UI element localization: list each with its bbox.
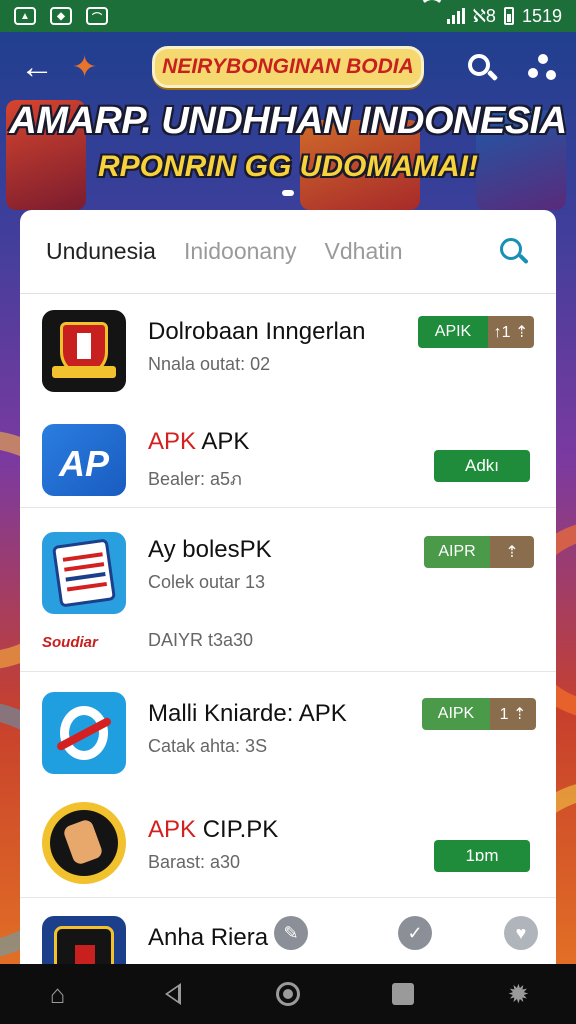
download-button[interactable]: AIPR ⇡: [424, 536, 534, 568]
app-detail: DAIYR t3a30: [148, 630, 254, 650]
tab-vdhatin[interactable]: Vdhatin: [325, 238, 403, 265]
list-item[interactable]: Dolrobaan Inngerlan Nnala outat: 02 APIK…: [20, 294, 556, 404]
photo-icon: ⌒: [86, 7, 108, 25]
settings-gear-icon[interactable]: ✹: [498, 974, 538, 1014]
tab-undunesia[interactable]: Undunesia: [46, 238, 156, 265]
app-title: APK APK: [148, 428, 250, 455]
edit-icon[interactable]: ✎: [274, 916, 308, 950]
ap-app-icon: AP: [42, 424, 126, 496]
tab-inidoonany[interactable]: Inidoonany: [184, 238, 297, 265]
image-icon: ▲: [14, 7, 36, 25]
app-subtitle: Nnala outat: 02: [148, 354, 271, 374]
search-icon[interactable]: [500, 238, 530, 268]
list-item[interactable]: AP APK APK Bealer: a5ภ Adkı: [20, 404, 556, 508]
tab-bar: Undunesia Inidoonany Vdhatin: [20, 210, 556, 294]
status-bar: ▲ ◆ ⌒ ℵ8 1519: [0, 0, 576, 32]
badge-app-icon: [42, 916, 126, 970]
check-icon[interactable]: ✓: [398, 916, 432, 950]
version-button-label: ⇡: [490, 536, 534, 568]
hand-app-icon: [42, 802, 126, 884]
download-button[interactable]: AIPK 1 ⇡: [422, 698, 536, 730]
list-item[interactable]: Soudiar Ay bolesPK Colek outar 13 DAIYR …: [20, 508, 556, 672]
download-button[interactable]: Adkı: [434, 450, 530, 482]
apk-button-label: APIK: [418, 316, 488, 348]
battery-icon: [503, 7, 514, 25]
list-item[interactable]: Malli Kniarde: APK Catak ahta: 3S AIPK 1…: [20, 672, 556, 788]
clock: 1519: [521, 5, 562, 26]
download-button[interactable]: 1ɒm: [434, 840, 530, 872]
heart-icon[interactable]: ♥: [504, 916, 538, 950]
home-shape-icon[interactable]: ⌂: [38, 974, 78, 1014]
apk-button-label: AIPR: [424, 536, 490, 568]
list-item[interactable]: APK CIP.PK Barast: a30 1ɒm: [20, 788, 556, 898]
page-indicator: [282, 190, 294, 196]
app-title: Dolrobaan Inngerlan: [148, 318, 366, 345]
app-title: Anha Riera: [148, 924, 269, 951]
recents-nav-icon[interactable]: [383, 974, 423, 1014]
app-title: Malli Kniarde: APK: [148, 700, 347, 727]
search-icon[interactable]: [466, 52, 499, 84]
version-button-label: ↑1 ⇡: [488, 316, 534, 348]
app-list-card: Undunesia Inidoonany Vdhatin Dolrobaan I…: [20, 210, 556, 970]
back-arrow-icon[interactable]: ←: [20, 50, 54, 84]
status-text: ℵ8: [472, 5, 496, 26]
app-subtitle: Barast: a30: [148, 852, 241, 872]
back-nav-icon[interactable]: [153, 974, 193, 1014]
wifi-icon: [419, 9, 439, 23]
brand-label: Soudiar: [42, 634, 98, 651]
app-subtitle: Catak ahta: 3S: [148, 736, 268, 756]
bird-logo-icon: ✦: [72, 51, 98, 84]
app-title: Ay bolesPK: [148, 536, 272, 563]
app-subtitle: Colek outar 13: [148, 572, 266, 592]
headline: AMARP. UNDHHAN INDONESIA: [9, 100, 567, 142]
version-button-label: 1 ⇡: [490, 698, 536, 730]
loop-app-icon: [42, 692, 126, 774]
share-icon[interactable]: [528, 54, 558, 84]
banner-label: NEIRYBONGINAN BODIA: [152, 46, 424, 88]
header: ← ✦ NEIRYBONGINAN BODIA AMARP. UNDHHAN I…: [0, 32, 576, 212]
home-nav-icon[interactable]: [268, 974, 308, 1014]
list-item[interactable]: Anha Riera ✎ ✓ ♥: [20, 898, 556, 970]
gallery-icon: ◆: [50, 7, 72, 25]
document-app-icon: [42, 532, 126, 614]
shield-app-icon: [42, 310, 126, 392]
apk-button-label: AIPK: [422, 698, 490, 730]
signal-icon: [446, 8, 465, 24]
app-subtitle: Bealer: a5ภ: [148, 469, 242, 489]
subheadline: RPONRIN GG UDOMAMAI!: [98, 150, 478, 183]
app-title: APK CIP.PK: [148, 816, 279, 843]
download-button[interactable]: APIK ↑1 ⇡: [418, 316, 534, 348]
navigation-bar: ⌂ ✹: [0, 964, 576, 1024]
